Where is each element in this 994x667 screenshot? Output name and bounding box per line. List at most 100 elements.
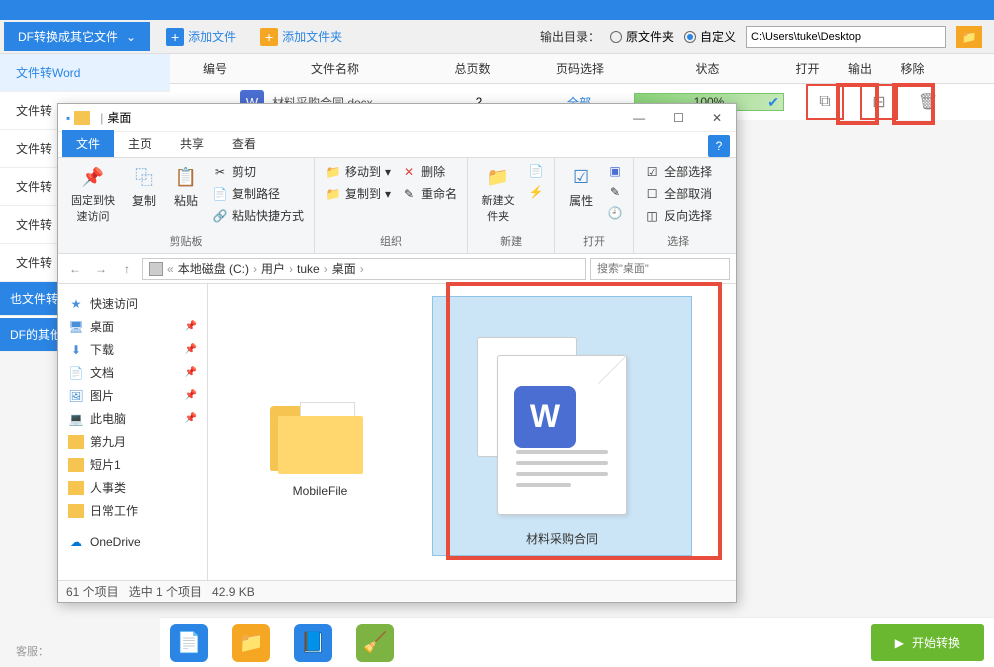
delete-icon: ✕: [401, 164, 417, 180]
maximize-button[interactable]: ☐: [667, 109, 690, 127]
add-folder-button[interactable]: + 添加文件夹: [252, 24, 350, 50]
export-button[interactable]: ⊟: [860, 84, 898, 120]
pin-icon: 📌: [185, 321, 197, 332]
open-output-button[interactable]: ⧉: [806, 84, 844, 120]
tree-folder[interactable]: 人事类: [62, 476, 203, 499]
open-icon: ▣: [607, 163, 623, 179]
invert-selection-button[interactable]: ◫反向选择: [642, 206, 714, 225]
separator: |: [100, 111, 103, 125]
task-icon[interactable]: 🧹: [356, 624, 394, 662]
radio-custom-folder[interactable]: 自定义: [684, 28, 736, 45]
document-large-icon: W: [487, 347, 637, 522]
tree-folder[interactable]: 短片1: [62, 453, 203, 476]
star-icon: ★: [68, 297, 84, 311]
pictures-icon: 🖼: [68, 389, 84, 403]
minimize-button[interactable]: —: [627, 109, 651, 127]
tab-file[interactable]: 文件: [62, 130, 114, 157]
pin-icon: 📌: [185, 413, 197, 424]
tree-folder[interactable]: 第九月: [62, 430, 203, 453]
browse-folder-button[interactable]: 📁: [956, 26, 982, 48]
pdf-toolbar: DF转换成其它文件 ⌄ + 添加文件 + 添加文件夹 输出目录： 原文件夹 自定…: [0, 20, 994, 54]
tree-documents[interactable]: 📄文档📌: [62, 361, 203, 384]
explorer-titlebar[interactable]: ▪ | 桌面 — ☐ ✕: [58, 104, 736, 132]
add-file-button[interactable]: + 添加文件: [158, 24, 244, 50]
tree-folder[interactable]: 日常工作: [62, 499, 203, 522]
play-icon: ▶: [895, 636, 904, 650]
pdf-main-tab[interactable]: DF转换成其它文件 ⌄: [4, 22, 150, 51]
tree-onedrive[interactable]: ☁OneDrive: [62, 532, 203, 552]
add-folder-label: 添加文件夹: [282, 28, 342, 45]
help-button[interactable]: ?: [708, 135, 730, 157]
radio-original-folder[interactable]: 原文件夹: [610, 28, 674, 45]
new-item-icon: 📄: [528, 163, 544, 179]
selected-count: 选中 1 个项目: [129, 583, 202, 600]
copy-path-button[interactable]: 📄复制路径: [210, 184, 306, 203]
delete-row-button[interactable]: 🗑: [918, 92, 938, 112]
output-path-input[interactable]: [746, 26, 946, 48]
start-convert-button[interactable]: ▶ 开始转换: [871, 624, 984, 661]
tree-downloads[interactable]: ⬇下载📌: [62, 338, 203, 361]
onedrive-icon: ☁: [68, 535, 84, 549]
copyto-button[interactable]: 📁复制到▾: [323, 184, 393, 203]
easy-access-button[interactable]: ⚡: [526, 183, 546, 201]
new-folder-button[interactable]: 📁新建文件夹: [476, 162, 520, 226]
open-button[interactable]: ▣: [605, 162, 625, 180]
files-pane[interactable]: MobileFile W 材料采购合同: [208, 284, 736, 580]
copyto-icon: 📁: [325, 186, 341, 202]
file-name: 材料采购合同: [526, 530, 598, 547]
breadcrumb[interactable]: « 本地磁盘 (C:)› 用户› tuke› 桌面›: [142, 258, 586, 280]
back-button[interactable]: ←: [64, 258, 86, 280]
chevron-down-icon: ▾: [385, 187, 391, 201]
tree-thispc[interactable]: 💻此电脑📌: [62, 407, 203, 430]
cut-button[interactable]: ✂剪切: [210, 162, 306, 181]
tree-pictures[interactable]: 🖼图片📌: [62, 384, 203, 407]
folder-icon: [74, 111, 90, 125]
select-none-button[interactable]: ☐全部取消: [642, 184, 714, 203]
file-name: MobileFile: [293, 484, 348, 498]
footer-text: 客服：: [16, 643, 49, 659]
file-item-document[interactable]: W 材料采购合同: [432, 296, 692, 556]
up-button[interactable]: ↑: [116, 258, 138, 280]
moveto-button[interactable]: 📁移动到▾: [323, 162, 393, 181]
copy-button[interactable]: ⿻复制: [126, 162, 162, 211]
edit-button[interactable]: ✎: [605, 183, 625, 201]
rename-icon: ✎: [401, 186, 417, 202]
group-open: 打开: [563, 231, 625, 249]
folder-large-icon: [270, 396, 370, 476]
moveto-icon: 📁: [325, 164, 341, 180]
pc-icon: 💻: [68, 412, 84, 426]
tree-desktop[interactable]: 🖥桌面📌: [62, 315, 203, 338]
tree-quick-access[interactable]: ★快速访问: [62, 292, 203, 315]
history-icon: 🕘: [607, 205, 623, 221]
pdf-titlebar: [0, 0, 994, 20]
select-all-button[interactable]: ☑全部选择: [642, 162, 714, 181]
col-name: 文件名称: [250, 60, 420, 77]
pin-quick-access-button[interactable]: 📌固定到快速访问: [66, 162, 120, 226]
delete-button[interactable]: ✕删除: [399, 162, 459, 181]
rename-button[interactable]: ✎重命名: [399, 184, 459, 203]
tab-home[interactable]: 主页: [114, 130, 166, 157]
close-button[interactable]: ✕: [706, 109, 728, 127]
col-open: 打开: [780, 60, 835, 77]
task-icon[interactable]: 📁: [232, 624, 270, 662]
properties-button[interactable]: ☑属性: [563, 162, 599, 211]
new-item-button[interactable]: 📄: [526, 162, 546, 180]
item-count: 61 个项目: [66, 583, 119, 600]
forward-button[interactable]: →: [90, 258, 112, 280]
pdf-tab-label: DF转换成其它文件: [18, 28, 118, 45]
paste-button[interactable]: 📋粘贴: [168, 162, 204, 211]
sidebar-item-word[interactable]: 文件转Word: [0, 54, 170, 92]
file-item-folder[interactable]: MobileFile: [220, 296, 420, 506]
properties-icon: ☑: [567, 164, 595, 190]
desktop-icon: 🖥: [68, 320, 84, 334]
word-icon: W: [514, 386, 576, 448]
task-icon[interactable]: 📄: [170, 624, 208, 662]
task-icon[interactable]: 📘: [294, 624, 332, 662]
copy-icon: ⿻: [130, 164, 158, 190]
tab-share[interactable]: 共享: [166, 130, 218, 157]
paste-icon: 📋: [172, 164, 200, 190]
tab-view[interactable]: 查看: [218, 130, 270, 157]
paste-shortcut-button[interactable]: 🔗粘贴快捷方式: [210, 206, 306, 225]
history-button[interactable]: 🕘: [605, 204, 625, 222]
search-input[interactable]: [590, 258, 730, 280]
